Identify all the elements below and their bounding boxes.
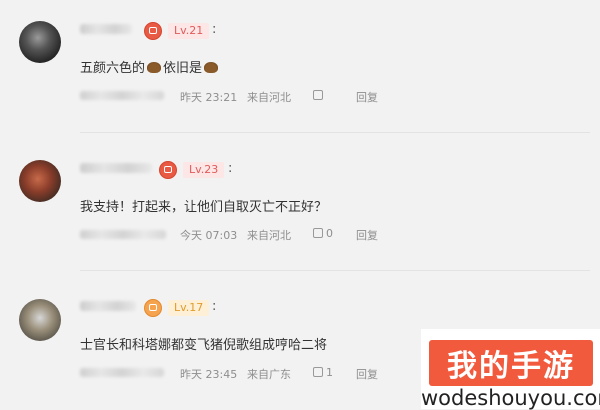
thumbs-up-icon[interactable] [313,90,323,100]
level-badge: Lv.17 [168,300,210,316]
colon: : [212,299,217,314]
badge-icon [144,299,162,317]
logo-url: wodeshouyou.com [421,386,600,410]
colon: : [212,22,217,37]
reply-button[interactable]: 回复 [356,227,378,243]
poop-emoji-icon [147,62,162,73]
comment-location: 来自广东 [247,368,291,381]
thumbs-up-icon[interactable] [313,367,323,377]
avatar[interactable] [19,299,61,341]
divider [80,132,590,133]
comment-time: 昨天 23:45 [180,368,238,381]
badge-icon [144,22,162,40]
username-blurred[interactable] [80,163,152,173]
like-count[interactable]: 1 [326,366,333,379]
avatar[interactable] [19,160,61,202]
divider [80,270,590,271]
device-info-blurred [80,368,164,377]
level-badge: Lv.23 [183,162,225,178]
reply-button[interactable]: 回复 [356,89,378,105]
username-blurred[interactable] [80,301,136,311]
thumbs-up-icon[interactable] [313,228,323,238]
username-blurred[interactable] [80,24,132,34]
comment-time: 今天 07:03 [180,229,238,242]
logo-title: 我的手游 [429,340,593,386]
comment-location: 来自河北 [247,91,291,104]
level-badge: Lv.21 [168,23,210,39]
like-count[interactable]: 0 [326,227,333,240]
badge-icon [159,161,177,179]
watermark-logo: 我的手游 wodeshouyou.com [421,329,600,410]
comment-text-part: 依旧是 [163,61,203,76]
comment-text-part: 五颜六色的 [80,61,146,76]
colon: : [228,161,233,176]
device-info-blurred [80,91,164,100]
comment-location: 来自河北 [247,229,291,242]
avatar[interactable] [19,21,61,63]
poop-emoji-icon [204,62,219,73]
reply-button[interactable]: 回复 [356,366,378,382]
comment-time: 昨天 23:21 [180,91,238,104]
comment-text: 士官长和科塔娜都变飞猪倪歌组成哼哈二将 [80,338,328,353]
comment-text: 我支持！打起来，让他们自取灭亡不正好？ [80,200,328,215]
device-info-blurred [80,230,166,239]
comment-text: 五颜六色的 依旧是 [80,57,220,76]
